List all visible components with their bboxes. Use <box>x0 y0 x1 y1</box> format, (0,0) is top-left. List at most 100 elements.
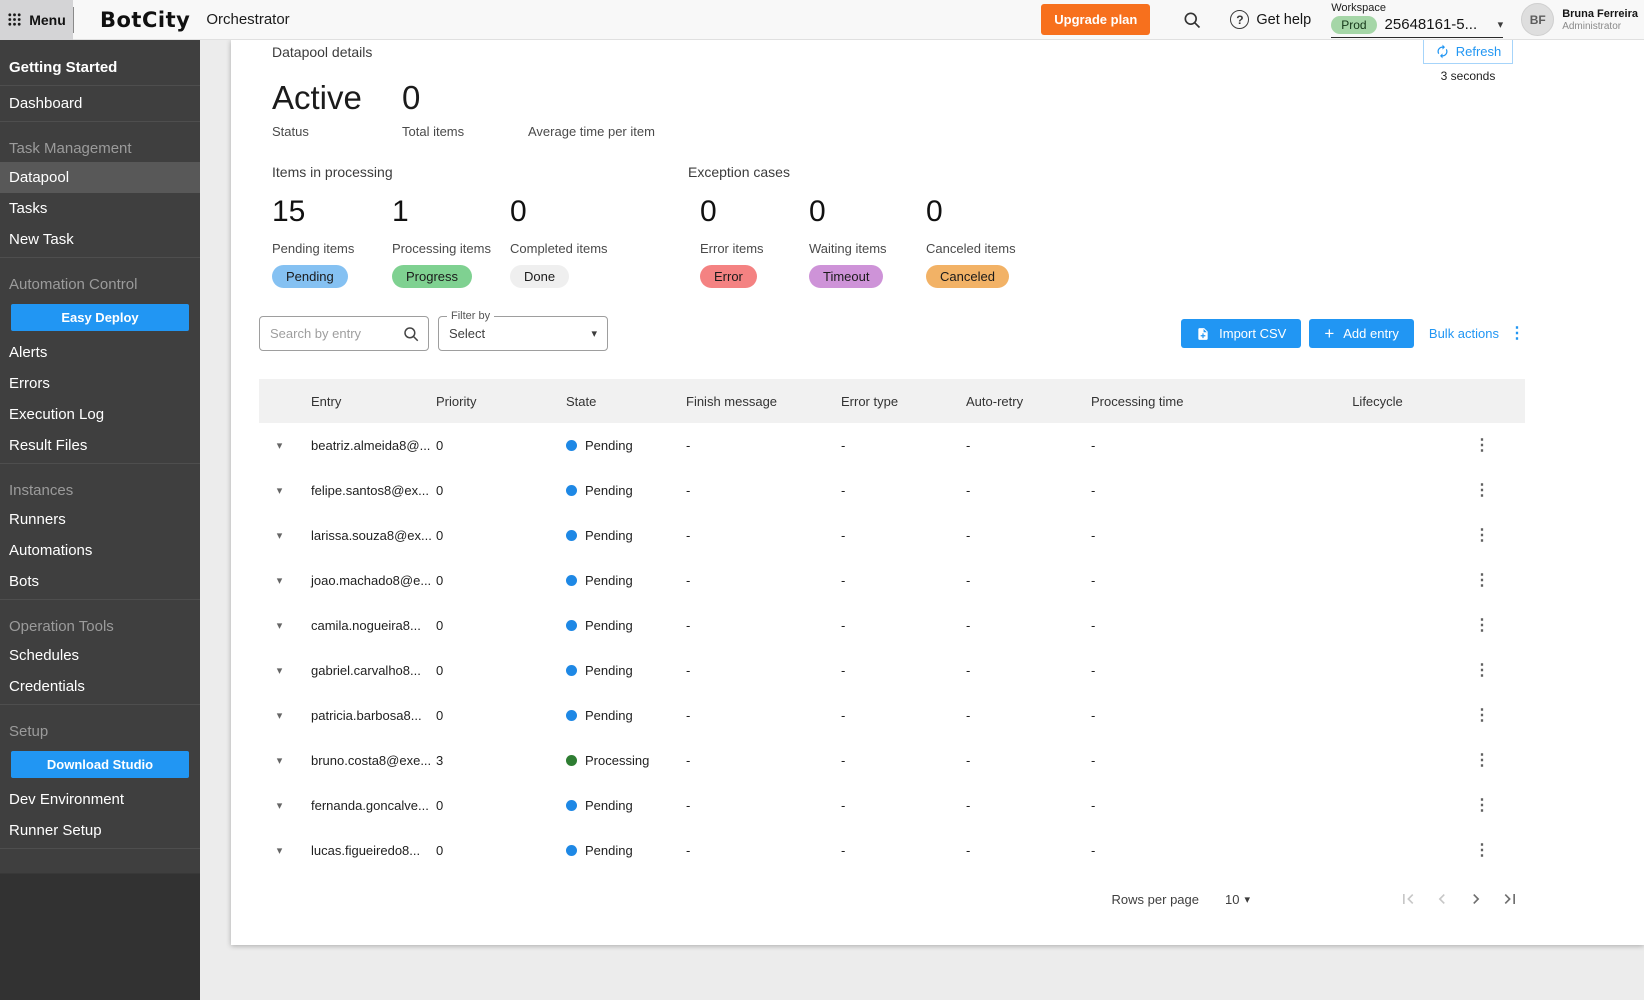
stat-label: Error items <box>700 241 809 256</box>
import-csv-button[interactable]: Import CSV <box>1181 319 1301 348</box>
state-dot-icon <box>566 710 577 721</box>
sidebar-item-dev-environment[interactable]: Dev Environment <box>0 784 200 815</box>
row-priority: 0 <box>425 618 555 633</box>
row-expand-caret-icon[interactable]: ▾ <box>277 530 283 542</box>
rows-per-page-select[interactable]: 10 ▾ <box>1225 892 1250 907</box>
table-row[interactable]: ▾ gabriel.carvalho8... 0 Pending - - - -… <box>259 648 1525 693</box>
row-state: Pending <box>555 438 675 453</box>
sidebar-item-errors[interactable]: Errors <box>0 368 200 399</box>
row-actions-kebab-icon[interactable]: ⋮ <box>1474 753 1490 769</box>
row-expand-caret-icon[interactable]: ▾ <box>277 755 283 767</box>
table-row[interactable]: ▾ lucas.figueiredo8... 0 Pending - - - -… <box>259 828 1525 873</box>
row-actions-kebab-icon[interactable]: ⋮ <box>1474 708 1490 724</box>
stat-label: Pending items <box>272 241 392 256</box>
row-finish-message: - <box>675 618 830 633</box>
user-menu[interactable]: BF Bruna Ferreira Administrator <box>1521 3 1638 36</box>
status-label: Status <box>272 124 402 139</box>
search-icon[interactable] <box>1182 10 1202 30</box>
row-error-type: - <box>830 798 955 813</box>
row-expand-caret-icon[interactable]: ▾ <box>277 440 283 452</box>
row-expand-caret-icon[interactable]: ▾ <box>277 485 283 497</box>
row-actions-kebab-icon[interactable]: ⋮ <box>1474 618 1490 634</box>
first-page-button[interactable] <box>1398 889 1418 909</box>
search-input[interactable] <box>270 326 402 341</box>
table-row[interactable]: ▾ larissa.souza8@ex... 0 Pending - - - -… <box>259 513 1525 558</box>
sidebar-item-bots[interactable]: Bots <box>0 566 200 597</box>
row-finish-message: - <box>675 438 830 453</box>
add-entry-button[interactable]: + Add entry <box>1309 319 1414 348</box>
previous-page-button[interactable] <box>1432 889 1452 909</box>
row-expand-caret-icon[interactable]: ▾ <box>277 710 283 722</box>
row-expand-caret-icon[interactable]: ▾ <box>277 665 283 677</box>
row-actions-kebab-icon[interactable]: ⋮ <box>1474 798 1490 814</box>
refresh-button[interactable]: Refresh <box>1423 39 1513 64</box>
row-priority: 0 <box>425 528 555 543</box>
table-row[interactable]: ▾ joao.machado8@e... 0 Pending - - - - ⋮ <box>259 558 1525 603</box>
sidebar-item-result-files[interactable]: Result Files <box>0 430 200 461</box>
import-file-icon <box>1196 327 1210 341</box>
row-entry: felipe.santos8@ex... <box>300 483 425 498</box>
row-actions-kebab-icon[interactable]: ⋮ <box>1474 528 1490 544</box>
state-dot-icon <box>566 530 577 541</box>
sidebar-item-runner-setup[interactable]: Runner Setup <box>0 815 200 846</box>
row-entry: camila.nogueira8... <box>300 618 425 633</box>
sidebar-section-operation-tools: Operation Tools <box>0 602 200 640</box>
rows-per-page-value: 10 <box>1225 892 1239 907</box>
search-icon[interactable] <box>402 325 420 343</box>
row-actions-kebab-icon[interactable]: ⋮ <box>1474 663 1490 679</box>
row-state: Pending <box>555 618 675 633</box>
row-expand-caret-icon[interactable]: ▾ <box>277 575 283 587</box>
sidebar-item-runners[interactable]: Runners <box>0 504 200 535</box>
download-studio-button[interactable]: Download Studio <box>11 751 189 778</box>
sidebar-item-automations[interactable]: Automations <box>0 535 200 566</box>
state-dot-icon <box>566 440 577 451</box>
status-badge-canceled: Canceled <box>926 265 1009 288</box>
table-row[interactable]: ▾ camila.nogueira8... 0 Pending - - - - … <box>259 603 1525 648</box>
table-row[interactable]: ▾ bruno.costa8@exe... 3 Processing - - -… <box>259 738 1525 783</box>
state-dot-icon <box>566 800 577 811</box>
next-page-button[interactable] <box>1466 889 1486 909</box>
botcity-logo[interactable]: BotCity <box>100 8 190 32</box>
filter-by-select[interactable]: Filter by Select ▾ <box>438 316 608 351</box>
bulk-actions-button[interactable]: Bulk actions <box>1429 326 1499 341</box>
stat-canceled-items: 0 Canceled items Canceled <box>926 192 1046 288</box>
row-auto-retry: - <box>955 708 1080 723</box>
sidebar-item-dashboard[interactable]: Dashboard <box>0 88 200 119</box>
state-dot-icon <box>566 620 577 631</box>
menu-button[interactable]: Menu <box>0 0 73 40</box>
sidebar-item-credentials[interactable]: Credentials <box>0 671 200 702</box>
sidebar-item-tasks[interactable]: Tasks <box>0 193 200 224</box>
sidebar-item-getting-started[interactable]: Getting Started <box>0 52 200 83</box>
row-priority: 0 <box>425 798 555 813</box>
stat-value: 0 <box>700 192 809 232</box>
sidebar-item-execution-log[interactable]: Execution Log <box>0 399 200 430</box>
sidebar-item-new-task[interactable]: New Task <box>0 224 200 255</box>
stat-value: 15 <box>272 192 392 232</box>
row-actions-kebab-icon[interactable]: ⋮ <box>1474 483 1490 499</box>
row-finish-message: - <box>675 483 830 498</box>
workspace-select[interactable]: Workspace Prod 25648161-5... ▾ <box>1331 2 1503 38</box>
table-row[interactable]: ▾ fernanda.goncalve... 0 Pending - - - -… <box>259 783 1525 828</box>
table-row[interactable]: ▾ felipe.santos8@ex... 0 Pending - - - -… <box>259 468 1525 513</box>
apps-grid-icon <box>7 12 22 27</box>
stat-waiting-items: 0 Waiting items Timeout <box>809 192 926 288</box>
get-help-button[interactable]: ? Get help <box>1230 10 1311 29</box>
sidebar-item-alerts[interactable]: Alerts <box>0 337 200 368</box>
sidebar-item-schedules[interactable]: Schedules <box>0 640 200 671</box>
last-page-button[interactable] <box>1500 889 1520 909</box>
easy-deploy-button[interactable]: Easy Deploy <box>11 304 189 331</box>
upgrade-plan-button[interactable]: Upgrade plan <box>1041 4 1150 35</box>
table-row[interactable]: ▾ beatriz.almeida8@... 0 Pending - - - -… <box>259 423 1525 468</box>
column-header-error-type: Error type <box>830 394 955 409</box>
table-row[interactable]: ▾ patricia.barbosa8... 0 Pending - - - -… <box>259 693 1525 738</box>
row-actions-kebab-icon[interactable]: ⋮ <box>1474 573 1490 589</box>
row-actions-kebab-icon[interactable]: ⋮ <box>1474 843 1490 859</box>
row-expand-caret-icon[interactable]: ▾ <box>277 620 283 632</box>
row-expand-caret-icon[interactable]: ▾ <box>277 800 283 812</box>
row-state: Pending <box>555 573 675 588</box>
row-actions-kebab-icon[interactable]: ⋮ <box>1474 438 1490 454</box>
bulk-actions-kebab-icon[interactable]: ⋮ <box>1509 326 1525 342</box>
row-expand-caret-icon[interactable]: ▾ <box>277 845 283 857</box>
workspace-id: 25648161-5... <box>1385 16 1490 33</box>
sidebar-item-datapool[interactable]: Datapool <box>0 162 200 193</box>
